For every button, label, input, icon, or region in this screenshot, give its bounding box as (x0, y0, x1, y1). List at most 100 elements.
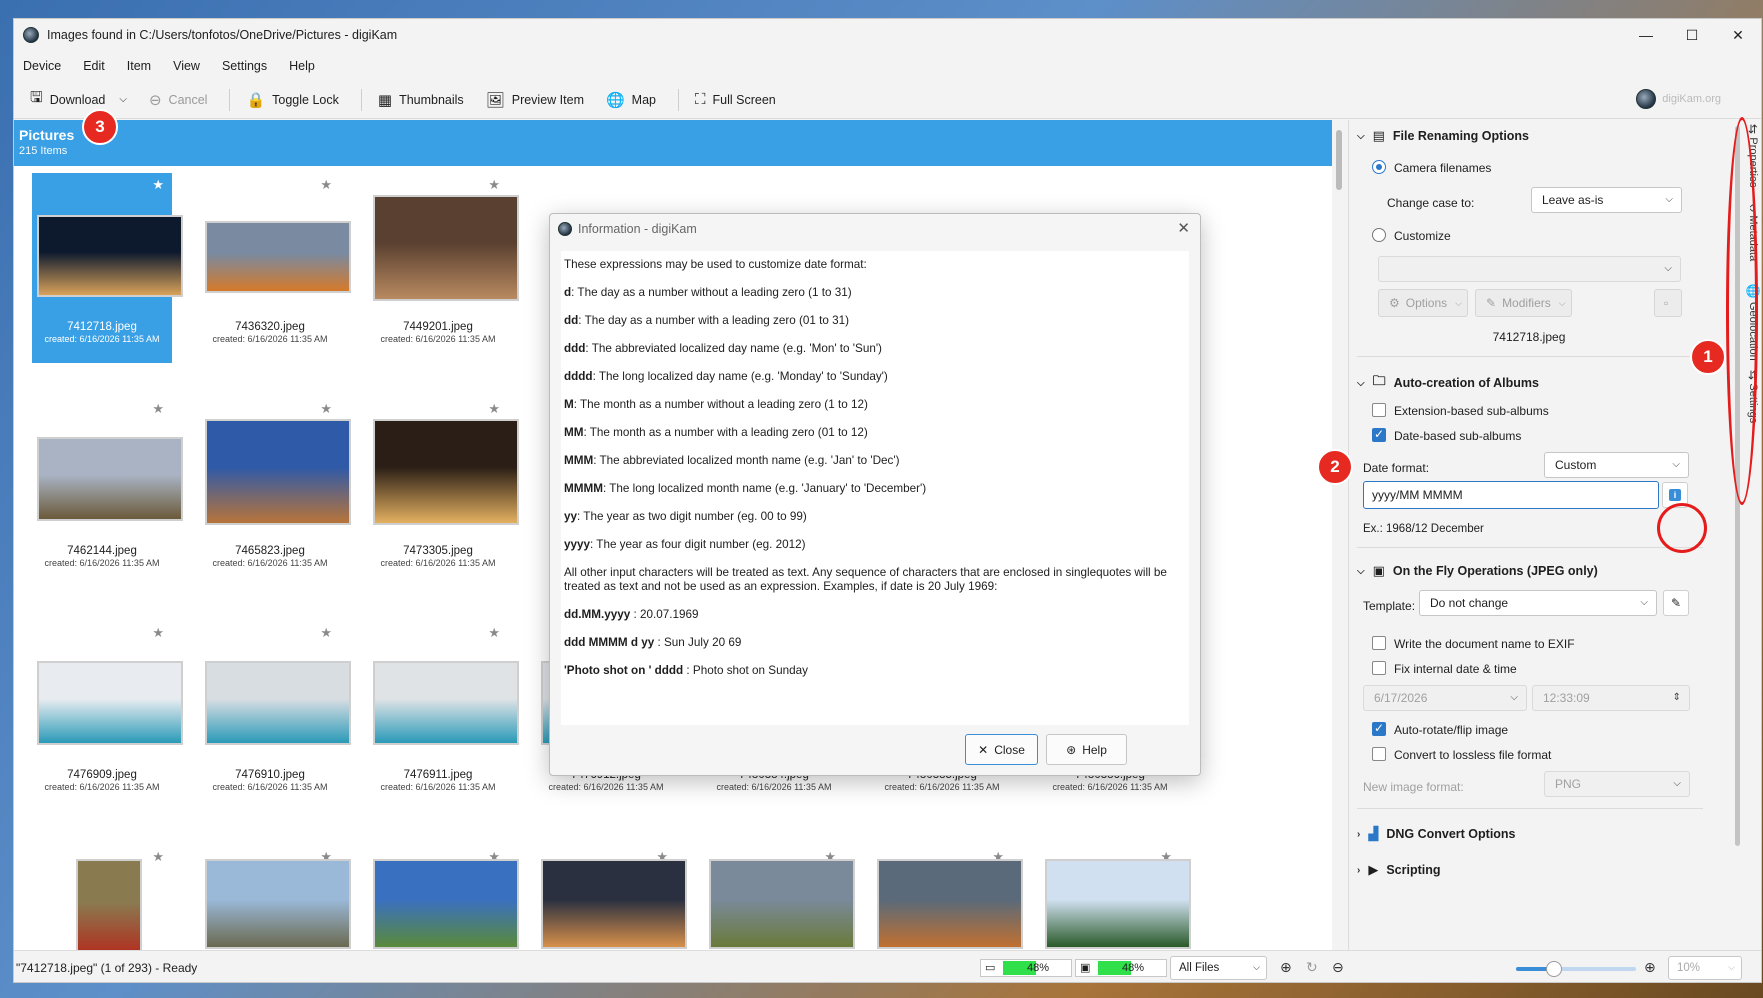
toggle-lock-button[interactable]: 🔒 Toggle Lock (246, 91, 338, 109)
thumbnail-item[interactable]: ★ (536, 845, 687, 950)
cancel-button[interactable]: ⊖ Cancel (149, 91, 208, 109)
star-icon[interactable]: ★ (152, 401, 164, 417)
options-button[interactable]: ⚙ Options ⌵ (1378, 289, 1468, 317)
minimize-button[interactable]: — (1623, 19, 1669, 51)
star-icon[interactable]: ★ (152, 177, 164, 193)
thumbnail-item[interactable]: ★ 7436320.jpeg created: 6/16/2026 11:35 AM (200, 173, 351, 363)
date-format-select[interactable]: Custom ⌵ (1544, 452, 1689, 478)
thumbnail-item[interactable]: ★ (200, 845, 351, 950)
dialog-close-icon[interactable]: ✕ (1177, 219, 1190, 237)
file-filter-select[interactable]: All Files ⌵ (1170, 956, 1267, 980)
camera-filenames-radio[interactable] (1372, 160, 1386, 174)
thumbnail-image (205, 661, 351, 745)
star-icon[interactable]: ★ (488, 177, 500, 193)
thumbnail-item[interactable]: ★ 7412718.jpeg created: 6/16/2026 11:35 AM (32, 173, 183, 363)
thumbnail-item[interactable]: ★ (32, 845, 172, 950)
thumbnail-date: created: 6/16/2026 11:35 AM (44, 334, 160, 344)
lossless-checkbox[interactable] (1372, 747, 1386, 761)
star-icon[interactable]: ★ (488, 625, 500, 641)
dialog-close-button[interactable]: ✕ Close (965, 734, 1038, 765)
thumbnail-date: created: 6/16/2026 11:35 AM (716, 782, 832, 792)
rotate-icon[interactable]: ↻ (1306, 959, 1318, 976)
chevron-down-icon: ⌵ (1510, 692, 1518, 703)
entries-key: dd (564, 314, 579, 327)
scripting-header[interactable]: › ▶ Scripting (1357, 862, 1441, 878)
full-screen-button[interactable]: ⛶ Full Screen (695, 91, 776, 108)
fix-time-spinner[interactable]: 12:33:09 ⇕ (1532, 685, 1690, 711)
thumbnail-item[interactable]: ★ 7476909.jpeg created: 6/16/2026 11:35 AM (32, 621, 183, 811)
thumbnail-item[interactable]: ★ 7449201.jpeg created: 6/16/2026 11:35 AM (368, 173, 519, 363)
new-image-format-select[interactable]: PNG ⌵ (1544, 771, 1690, 797)
date-sub-albums-checkbox[interactable] (1372, 427, 1386, 442)
customize-pattern-select[interactable]: ⌵ (1378, 256, 1681, 282)
thumbnail-item[interactable]: ★ (704, 845, 855, 950)
change-case-select[interactable]: Leave as-is ⌵ (1531, 187, 1682, 213)
star-icon[interactable]: ★ (320, 401, 332, 417)
fix-date-picker[interactable]: 6/17/2026 ⌵ (1363, 685, 1527, 711)
download-button[interactable]: 🖫 Download ⌵ (30, 87, 127, 112)
info-icon: ▫ (1664, 296, 1669, 310)
thumbnail-item[interactable]: ★ (368, 845, 519, 950)
template-select[interactable]: Do not change ⌵ (1419, 590, 1657, 616)
menu-view[interactable]: View (173, 59, 200, 73)
customize-radio[interactable] (1372, 228, 1386, 242)
menu-settings[interactable]: Settings (222, 59, 267, 73)
close-window-button[interactable]: ✕ (1715, 19, 1761, 51)
modifiers-button[interactable]: ✎ Modifiers ⌵ (1475, 289, 1572, 317)
chevron-down-icon: ⌵ (1558, 297, 1566, 308)
custom-date-format-input[interactable]: yyyy/MM MMMM (1363, 481, 1659, 509)
zoom-slider[interactable] (1516, 961, 1636, 977)
thumbnail-item[interactable]: ★ 7476911.jpeg created: 6/16/2026 11:35 AM (368, 621, 519, 811)
entries-key: MMM (564, 454, 594, 467)
dng-convert-header[interactable]: › ▟ DNG Convert Options (1357, 826, 1516, 842)
digikam-brand[interactable]: digiKam.org (1636, 89, 1721, 109)
chevron-down-icon: ⌵ (1357, 565, 1365, 577)
zoom-fit-icon[interactable]: ⊕ (1280, 959, 1292, 976)
thumbnail-filename: 7436320.jpeg (235, 321, 305, 333)
file-renaming-header[interactable]: ⌵ ▤ File Renaming Options (1357, 128, 1529, 144)
examples-description: : Sun July 20 69 (654, 636, 742, 649)
thumbnail-item[interactable]: ★ 7465823.jpeg created: 6/16/2026 11:35 AM (200, 397, 351, 587)
star-icon[interactable]: ★ (152, 849, 164, 865)
zoom-slider-handle[interactable] (1546, 961, 1562, 977)
thumbnail-item[interactable]: ★ 7473305.jpeg created: 6/16/2026 11:35 AM (368, 397, 519, 587)
star-icon[interactable]: ★ (488, 401, 500, 417)
zoom-level-select[interactable]: 10% ⌵ (1668, 956, 1742, 980)
thumbnail-item[interactable]: ★ 7476910.jpeg created: 6/16/2026 11:35 AM (200, 621, 351, 811)
renaming-info-button[interactable]: ▫ (1654, 289, 1682, 317)
entries-entry: ddd: The abbreviated localized day name … (564, 342, 1186, 356)
entries-key: yyyy (564, 538, 591, 551)
menu-device[interactable]: Device (23, 59, 61, 73)
thumbnail-item[interactable]: ★ 7462144.jpeg created: 6/16/2026 11:35 AM (32, 397, 183, 587)
zoom-in-icon[interactable]: ⊕ (1644, 959, 1656, 976)
star-icon[interactable]: ★ (152, 625, 164, 641)
thumbnail-image (37, 215, 183, 297)
maximize-button[interactable]: ☐ (1669, 19, 1715, 51)
icon-view-scrollbar[interactable] (1332, 120, 1346, 950)
preview-item-button[interactable]: 🖼 Preview Item (486, 91, 584, 109)
menu-item[interactable]: Item (127, 59, 151, 73)
thumbnail-filename: 7465823.jpeg (235, 545, 305, 557)
extension-sub-albums-checkbox[interactable] (1372, 403, 1386, 417)
date-format-label: Date format: (1363, 461, 1430, 475)
dialog-help-button[interactable]: ⊛ Help (1046, 734, 1127, 765)
zoom-out-icon[interactable]: ⊖ (1332, 959, 1344, 976)
annotation-badge-3: 3 (82, 109, 118, 145)
thumbnail-item[interactable]: ★ (1040, 845, 1191, 950)
auto-albums-header[interactable]: ⌵ 🗀 Auto-creation of Albums (1357, 372, 1539, 394)
thumbnail-item[interactable]: ★ (872, 845, 1023, 950)
edit-template-button[interactable]: ✎ (1663, 590, 1689, 616)
fix-date-checkbox[interactable] (1372, 661, 1386, 675)
chevron-right-icon: › (1357, 864, 1361, 876)
star-icon[interactable]: ★ (320, 625, 332, 641)
annotation-ring-sidetab (1726, 117, 1758, 505)
menu-help[interactable]: Help (289, 59, 315, 73)
star-icon[interactable]: ★ (320, 177, 332, 193)
chevron-down-icon[interactable]: ⌵ (119, 94, 127, 105)
auto-rotate-checkbox[interactable] (1372, 721, 1386, 736)
on-the-fly-header[interactable]: ⌵ ▣ On the Fly Operations (JPEG only) (1357, 563, 1598, 579)
thumbnails-button[interactable]: ▦ Thumbnails (378, 91, 464, 109)
menu-edit[interactable]: Edit (83, 59, 105, 73)
write-document-name-checkbox[interactable] (1372, 636, 1386, 650)
map-button[interactable]: 🌐 Map (606, 91, 656, 109)
